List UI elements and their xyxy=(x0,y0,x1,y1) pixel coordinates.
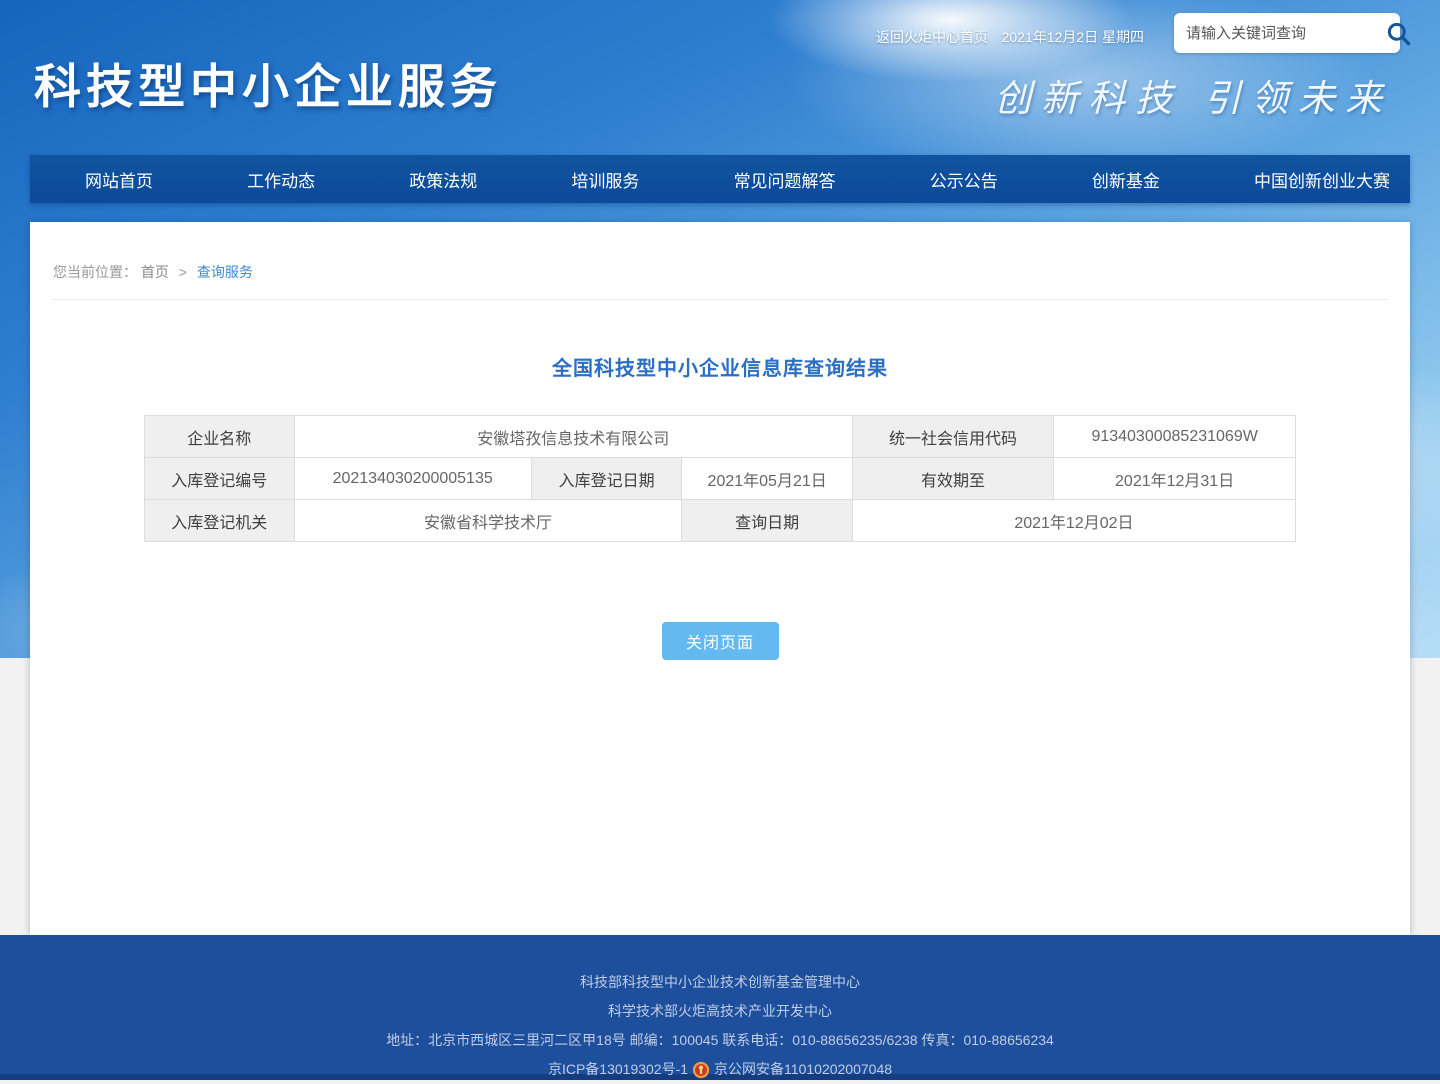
breadcrumb-divider xyxy=(52,299,1388,300)
reg-number-value: 202134030200005135 xyxy=(294,458,531,500)
search-box xyxy=(1174,13,1400,53)
search-input[interactable] xyxy=(1186,25,1385,42)
nav-item-policy[interactable]: 政策法规 xyxy=(399,167,487,192)
site-footer: 科技部科技型中小企业技术创新基金管理中心 科学技术部火炬高技术产业开发中心 地址… xyxy=(0,935,1440,1080)
query-date-value: 2021年12月02日 xyxy=(852,500,1295,542)
credit-code-value: 91340300085231069W xyxy=(1054,416,1296,458)
current-date: 2021年12月2日 星期四 xyxy=(1002,27,1144,47)
reg-date-label: 入库登记日期 xyxy=(531,458,682,500)
nav-item-innovation-fund[interactable]: 创新基金 xyxy=(1082,167,1170,192)
nav-item-announcements[interactable]: 公示公告 xyxy=(920,167,1008,192)
footer-org-line-2: 科学技术部火炬高技术产业开发中心 xyxy=(0,997,1440,1026)
content-card: 您当前位置： 首页 > 查询服务 全国科技型中小企业信息库查询结果 企业名称 安… xyxy=(30,222,1410,935)
site-slogan: 创新科技 引领未来 xyxy=(994,68,1392,122)
main-nav: 网站首页 工作动态 政策法规 培训服务 常见问题解答 公示公告 创新基金 中国创… xyxy=(30,155,1410,203)
table-row-company: 企业名称 安徽塔孜信息技术有限公司 统一社会信用代码 9134030008523… xyxy=(145,416,1296,458)
site-title: 科技型中小企业服务 xyxy=(34,48,502,117)
return-torch-home-link[interactable]: 返回火炬中心首页 xyxy=(876,27,988,47)
breadcrumb-prefix: 您当前位置： xyxy=(53,264,137,280)
footer-contact-line: 地址：北京市西城区三里河二区甲18号 邮编：100045 联系电话：010-88… xyxy=(0,1026,1440,1055)
search-icon[interactable] xyxy=(1385,18,1412,48)
credit-code-label: 统一社会信用代码 xyxy=(852,416,1053,458)
nav-item-competition[interactable]: 中国创新创业大赛 xyxy=(1244,167,1400,192)
nav-item-home[interactable]: 网站首页 xyxy=(75,167,163,192)
breadcrumb: 您当前位置： 首页 > 查询服务 xyxy=(30,222,1410,282)
footer-org-line-1: 科技部科技型中小企业技术创新基金管理中心 xyxy=(0,935,1440,997)
valid-until-label: 有效期至 xyxy=(852,458,1053,500)
reg-authority-value: 安徽省科学技术厅 xyxy=(294,500,682,542)
company-name-label: 企业名称 xyxy=(145,416,295,458)
public-security-badge-icon xyxy=(692,1061,710,1079)
breadcrumb-home-link[interactable]: 首页 xyxy=(141,264,169,280)
result-title: 全国科技型中小企业信息库查询结果 xyxy=(30,352,1410,381)
nav-item-faq[interactable]: 常见问题解答 xyxy=(724,167,846,192)
nav-item-training[interactable]: 培训服务 xyxy=(561,167,649,192)
site-header: 返回火炬中心首页 2021年12月2日 星期四 科技型中小企业服务 创新科技 引… xyxy=(0,0,1440,155)
valid-until-value: 2021年12月31日 xyxy=(1054,458,1296,500)
table-row-registration: 入库登记编号 202134030200005135 入库登记日期 2021年05… xyxy=(145,458,1296,500)
nav-item-news[interactable]: 工作动态 xyxy=(237,167,325,192)
company-name-value: 安徽塔孜信息技术有限公司 xyxy=(294,416,852,458)
close-page-button[interactable]: 关闭页面 xyxy=(662,622,779,660)
reg-number-label: 入库登记编号 xyxy=(145,458,295,500)
query-date-label: 查询日期 xyxy=(682,500,852,542)
table-row-authority: 入库登记机关 安徽省科学技术厅 查询日期 2021年12月02日 xyxy=(145,500,1296,542)
button-row: 关闭页面 xyxy=(30,622,1410,660)
reg-date-value: 2021年05月21日 xyxy=(682,458,852,500)
breadcrumb-current-link[interactable]: 查询服务 xyxy=(197,264,253,280)
reg-authority-label: 入库登记机关 xyxy=(145,500,295,542)
result-table: 企业名称 安徽塔孜信息技术有限公司 统一社会信用代码 9134030008523… xyxy=(144,415,1296,542)
breadcrumb-separator: > xyxy=(179,264,187,280)
